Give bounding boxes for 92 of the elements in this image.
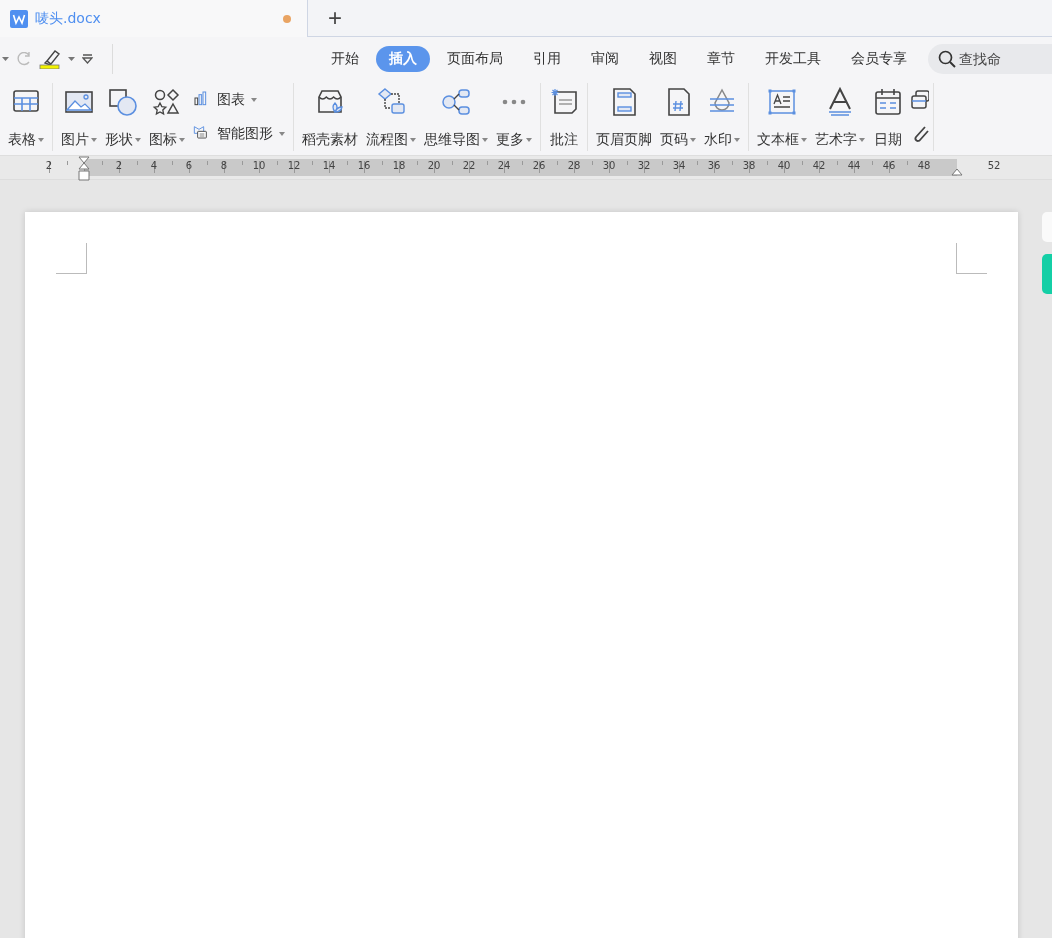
flowchart-icon xyxy=(376,87,406,117)
ribbon-button-label: 表格 xyxy=(8,131,36,149)
ribbon-button[interactable]: 艺术字 xyxy=(811,83,869,151)
ribbon-button-label: 更多 xyxy=(496,131,524,149)
object-icon[interactable] xyxy=(911,90,929,110)
ruler-number: 4 xyxy=(149,160,159,171)
ribbon-button-label: 流程图 xyxy=(366,131,408,149)
ribbon-button[interactable]: 表格 xyxy=(4,83,48,151)
ribbon-button-label: 批注 xyxy=(550,131,578,149)
ruler-number: 44 xyxy=(846,160,862,171)
more-icon xyxy=(502,99,526,105)
margin-mark xyxy=(956,243,987,274)
menu-tab[interactable]: 开始 xyxy=(318,46,372,72)
ruler-number: 8 xyxy=(219,160,229,171)
ruler-number: 34 xyxy=(671,160,687,171)
symbols-icon xyxy=(152,87,182,117)
ribbon-button[interactable]: 文本框 xyxy=(753,83,811,151)
search-field[interactable]: 查找命 xyxy=(928,44,1052,74)
ruler-number: 18 xyxy=(391,160,407,171)
document-icon xyxy=(10,9,28,28)
mind-map-icon xyxy=(441,87,471,117)
ribbon-button-label: 图片 xyxy=(61,131,89,149)
ribbon-button-label: 形状 xyxy=(105,131,133,149)
search-icon xyxy=(938,50,956,68)
ribbon-button-label: 水印 xyxy=(704,131,732,149)
caret-icon[interactable] xyxy=(68,57,75,61)
ruler-number: 52 xyxy=(986,160,1002,171)
ruler-number: 26 xyxy=(531,160,547,171)
menu-tab[interactable]: 页面布局 xyxy=(434,46,516,72)
new-tab-button[interactable]: + xyxy=(324,0,346,36)
ruler-number: 2 xyxy=(44,160,54,171)
shapes-icon xyxy=(108,87,138,117)
calendar-icon xyxy=(873,87,903,117)
ruler-number: 48 xyxy=(916,160,932,171)
ruler-number: 42 xyxy=(811,160,827,171)
ribbon-button[interactable]: 图表 xyxy=(191,89,287,111)
ribbon-button-label: 智能图形 xyxy=(217,125,273,143)
ribbon-button[interactable]: 稻壳素材 xyxy=(298,83,362,151)
ribbon-button[interactable]: 形状 xyxy=(101,83,145,151)
ribbon-button-label: 思维导图 xyxy=(424,131,480,149)
ruler-number: 10 xyxy=(251,160,267,171)
ruler-number: 12 xyxy=(286,160,302,171)
ruler-number: 6 xyxy=(184,160,194,171)
menu-tab[interactable]: 章节 xyxy=(694,46,748,72)
ribbon-button[interactable]: 水印 xyxy=(700,83,744,151)
ruler-number: 20 xyxy=(426,160,442,171)
ruler-number: 24 xyxy=(496,160,512,171)
menu-tab[interactable]: 视图 xyxy=(636,46,690,72)
comment-icon xyxy=(549,87,579,117)
ribbon-button[interactable]: 图标 xyxy=(145,83,189,151)
menu-tab[interactable]: 会员专享 xyxy=(838,46,920,72)
menu-tab[interactable]: 开发工具 xyxy=(752,46,834,72)
ribbon-button-label: 页眉页脚 xyxy=(596,131,652,149)
ribbon-button-label: 艺术字 xyxy=(815,131,857,149)
ruler-number: 36 xyxy=(706,160,722,171)
paperclip-icon[interactable] xyxy=(911,124,929,144)
ribbon-button[interactable]: 图片 xyxy=(57,83,101,151)
ribbon-button-label: 文本框 xyxy=(757,131,799,149)
ruler-number: 46 xyxy=(881,160,897,171)
ruler-number: 32 xyxy=(636,160,652,171)
ribbon-button[interactable]: 更多 xyxy=(492,83,536,151)
text-box-icon xyxy=(767,87,797,117)
margin-mark xyxy=(56,243,87,274)
indent-marker[interactable] xyxy=(951,168,963,176)
ruler-number: 22 xyxy=(461,160,477,171)
ribbon-button[interactable]: 日期 xyxy=(869,83,907,151)
customize-icon[interactable] xyxy=(82,54,93,64)
ribbon-button[interactable]: 批注 xyxy=(545,83,583,151)
highlighter-icon[interactable] xyxy=(39,49,61,69)
ribbon-button[interactable]: 思维导图 xyxy=(420,83,492,151)
ribbon-button[interactable]: 流程图 xyxy=(362,83,420,151)
document-title: 唛头.docx xyxy=(35,9,101,28)
menu-tab[interactable]: 审阅 xyxy=(578,46,632,72)
ribbon-button[interactable]: 页眉页脚 xyxy=(592,83,656,151)
ruler-number: 38 xyxy=(741,160,757,171)
search-input[interactable]: 查找命 xyxy=(959,51,1019,67)
ruler-number: 14 xyxy=(321,160,337,171)
ruler-number: 16 xyxy=(356,160,372,171)
ruler-number: 2 xyxy=(114,160,124,171)
ribbon-button-label: 页码 xyxy=(660,131,688,149)
menu-tab[interactable]: 引用 xyxy=(520,46,574,72)
indent-marker[interactable] xyxy=(78,156,90,181)
caret-icon[interactable] xyxy=(2,57,9,61)
ruler-number: 40 xyxy=(776,160,792,171)
ribbon-button-label: 图表 xyxy=(217,91,245,109)
ribbon-button-label: 稻壳素材 xyxy=(302,131,358,149)
ribbon-button-label: 日期 xyxy=(874,131,902,149)
ribbon-button-label: 图标 xyxy=(149,131,177,149)
ribbon-button[interactable]: 智能图形 xyxy=(191,123,287,145)
ribbon-button[interactable]: 页码 xyxy=(656,83,700,151)
ruler-number: 30 xyxy=(601,160,617,171)
ruler-number: 28 xyxy=(566,160,582,171)
